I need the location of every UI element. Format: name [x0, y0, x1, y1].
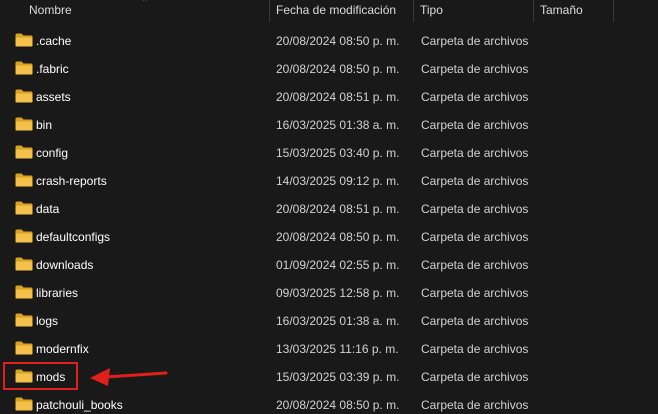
- list-item[interactable]: .fabric 20/08/2024 08:50 p. m. Carpeta d…: [0, 55, 658, 83]
- folder-icon: [15, 33, 33, 47]
- folder-icon: [15, 313, 33, 327]
- folder-icon: [15, 229, 33, 243]
- item-type: Carpeta de archivos: [421, 342, 529, 356]
- column-header-name[interactable]: Nombre: [29, 0, 72, 22]
- item-date: 20/08/2024 08:50 p. m.: [276, 398, 400, 412]
- item-name: patchouli_books: [36, 398, 123, 412]
- column-divider[interactable]: [533, 0, 534, 22]
- item-name: assets: [36, 90, 71, 104]
- list-item[interactable]: patchouli_books 20/08/2024 08:50 p. m. C…: [0, 391, 658, 414]
- folder-icon: [15, 201, 33, 215]
- sort-up-icon: ⌃: [141, 0, 149, 7]
- item-type: Carpeta de archivos: [421, 230, 529, 244]
- item-type: Carpeta de archivos: [421, 34, 529, 48]
- item-date: 20/08/2024 08:50 p. m.: [276, 230, 400, 244]
- list-item[interactable]: libraries 09/03/2025 12:58 p. m. Carpeta…: [0, 279, 658, 307]
- item-name: defaultconfigs: [36, 230, 111, 244]
- folder-icon: [15, 117, 33, 131]
- folder-icon: [15, 397, 33, 411]
- item-date: 09/03/2025 12:58 p. m.: [276, 286, 400, 300]
- list-item[interactable]: .cache 20/08/2024 08:50 p. m. Carpeta de…: [0, 27, 658, 55]
- item-type: Carpeta de archivos: [421, 62, 529, 76]
- item-date: 20/08/2024 08:51 p. m.: [276, 202, 400, 216]
- item-type: Carpeta de archivos: [421, 202, 529, 216]
- list-item[interactable]: logs 16/03/2025 01:38 a. m. Carpeta de a…: [0, 307, 658, 335]
- folder-icon: [15, 341, 33, 355]
- folder-icon: [15, 89, 33, 103]
- vertical-scrollbar[interactable]: [644, 22, 658, 414]
- item-type: Carpeta de archivos: [421, 174, 529, 188]
- item-name: logs: [36, 314, 59, 328]
- column-divider[interactable]: [613, 0, 614, 22]
- folder-icon: [15, 173, 33, 187]
- item-name: libraries: [36, 286, 79, 300]
- column-header-date[interactable]: Fecha de modificación: [276, 0, 396, 22]
- item-name: data: [36, 202, 60, 216]
- item-type: Carpeta de archivos: [421, 370, 529, 384]
- item-date: 15/03/2025 03:40 p. m.: [276, 146, 400, 160]
- list-item[interactable]: modernfix 13/03/2025 11:16 p. m. Carpeta…: [0, 335, 658, 363]
- item-type: Carpeta de archivos: [421, 118, 529, 132]
- folder-icon: [15, 61, 33, 75]
- column-header-bar: ⌃ Nombre Fecha de modificación Tipo Tama…: [0, 0, 658, 22]
- item-name: bin: [36, 118, 53, 132]
- list-item[interactable]: data 20/08/2024 08:51 p. m. Carpeta de a…: [0, 195, 658, 223]
- item-date: 01/09/2024 02:55 p. m.: [276, 258, 400, 272]
- column-divider[interactable]: [413, 0, 414, 22]
- item-type: Carpeta de archivos: [421, 286, 529, 300]
- item-name: .fabric: [36, 62, 69, 76]
- list-item[interactable]: crash-reports 14/03/2025 09:12 p. m. Car…: [0, 167, 658, 195]
- item-type: Carpeta de archivos: [421, 146, 529, 160]
- item-date: 20/08/2024 08:50 p. m.: [276, 34, 400, 48]
- item-name: config: [36, 146, 69, 160]
- pointer-arrow-icon: [90, 368, 168, 386]
- item-date: 16/03/2025 01:38 a. m.: [276, 118, 400, 132]
- item-date: 20/08/2024 08:50 p. m.: [276, 62, 400, 76]
- list-item[interactable]: bin 16/03/2025 01:38 a. m. Carpeta de ar…: [0, 111, 658, 139]
- item-type: Carpeta de archivos: [421, 90, 529, 104]
- column-header-size[interactable]: Tamaño: [540, 0, 583, 22]
- item-date: 16/03/2025 01:38 a. m.: [276, 314, 400, 328]
- item-date: 20/08/2024 08:51 p. m.: [276, 90, 400, 104]
- item-date: 15/03/2025 03:39 p. m.: [276, 370, 400, 384]
- item-date: 14/03/2025 09:12 p. m.: [276, 174, 400, 188]
- list-item[interactable]: defaultconfigs 20/08/2024 08:50 p. m. Ca…: [0, 223, 658, 251]
- item-name: crash-reports: [36, 174, 107, 188]
- item-type: Carpeta de archivos: [421, 314, 529, 328]
- item-name: modernfix: [36, 342, 89, 356]
- item-name: downloads: [36, 258, 94, 272]
- list-item[interactable]: config 15/03/2025 03:40 p. m. Carpeta de…: [0, 139, 658, 167]
- item-date: 13/03/2025 11:16 p. m.: [276, 342, 399, 356]
- item-type: Carpeta de archivos: [421, 398, 529, 412]
- folder-icon: [15, 257, 33, 271]
- item-type: Carpeta de archivos: [421, 258, 529, 272]
- item-name: .cache: [36, 34, 72, 48]
- file-list: .cache 20/08/2024 08:50 p. m. Carpeta de…: [0, 27, 658, 414]
- folder-icon: [15, 145, 33, 159]
- list-item[interactable]: downloads 01/09/2024 02:55 p. m. Carpeta…: [0, 251, 658, 279]
- folder-icon: [15, 285, 33, 299]
- list-item[interactable]: assets 20/08/2024 08:51 p. m. Carpeta de…: [0, 83, 658, 111]
- column-header-type[interactable]: Tipo: [420, 0, 443, 22]
- highlight-box: [3, 362, 78, 390]
- column-divider[interactable]: [269, 0, 270, 22]
